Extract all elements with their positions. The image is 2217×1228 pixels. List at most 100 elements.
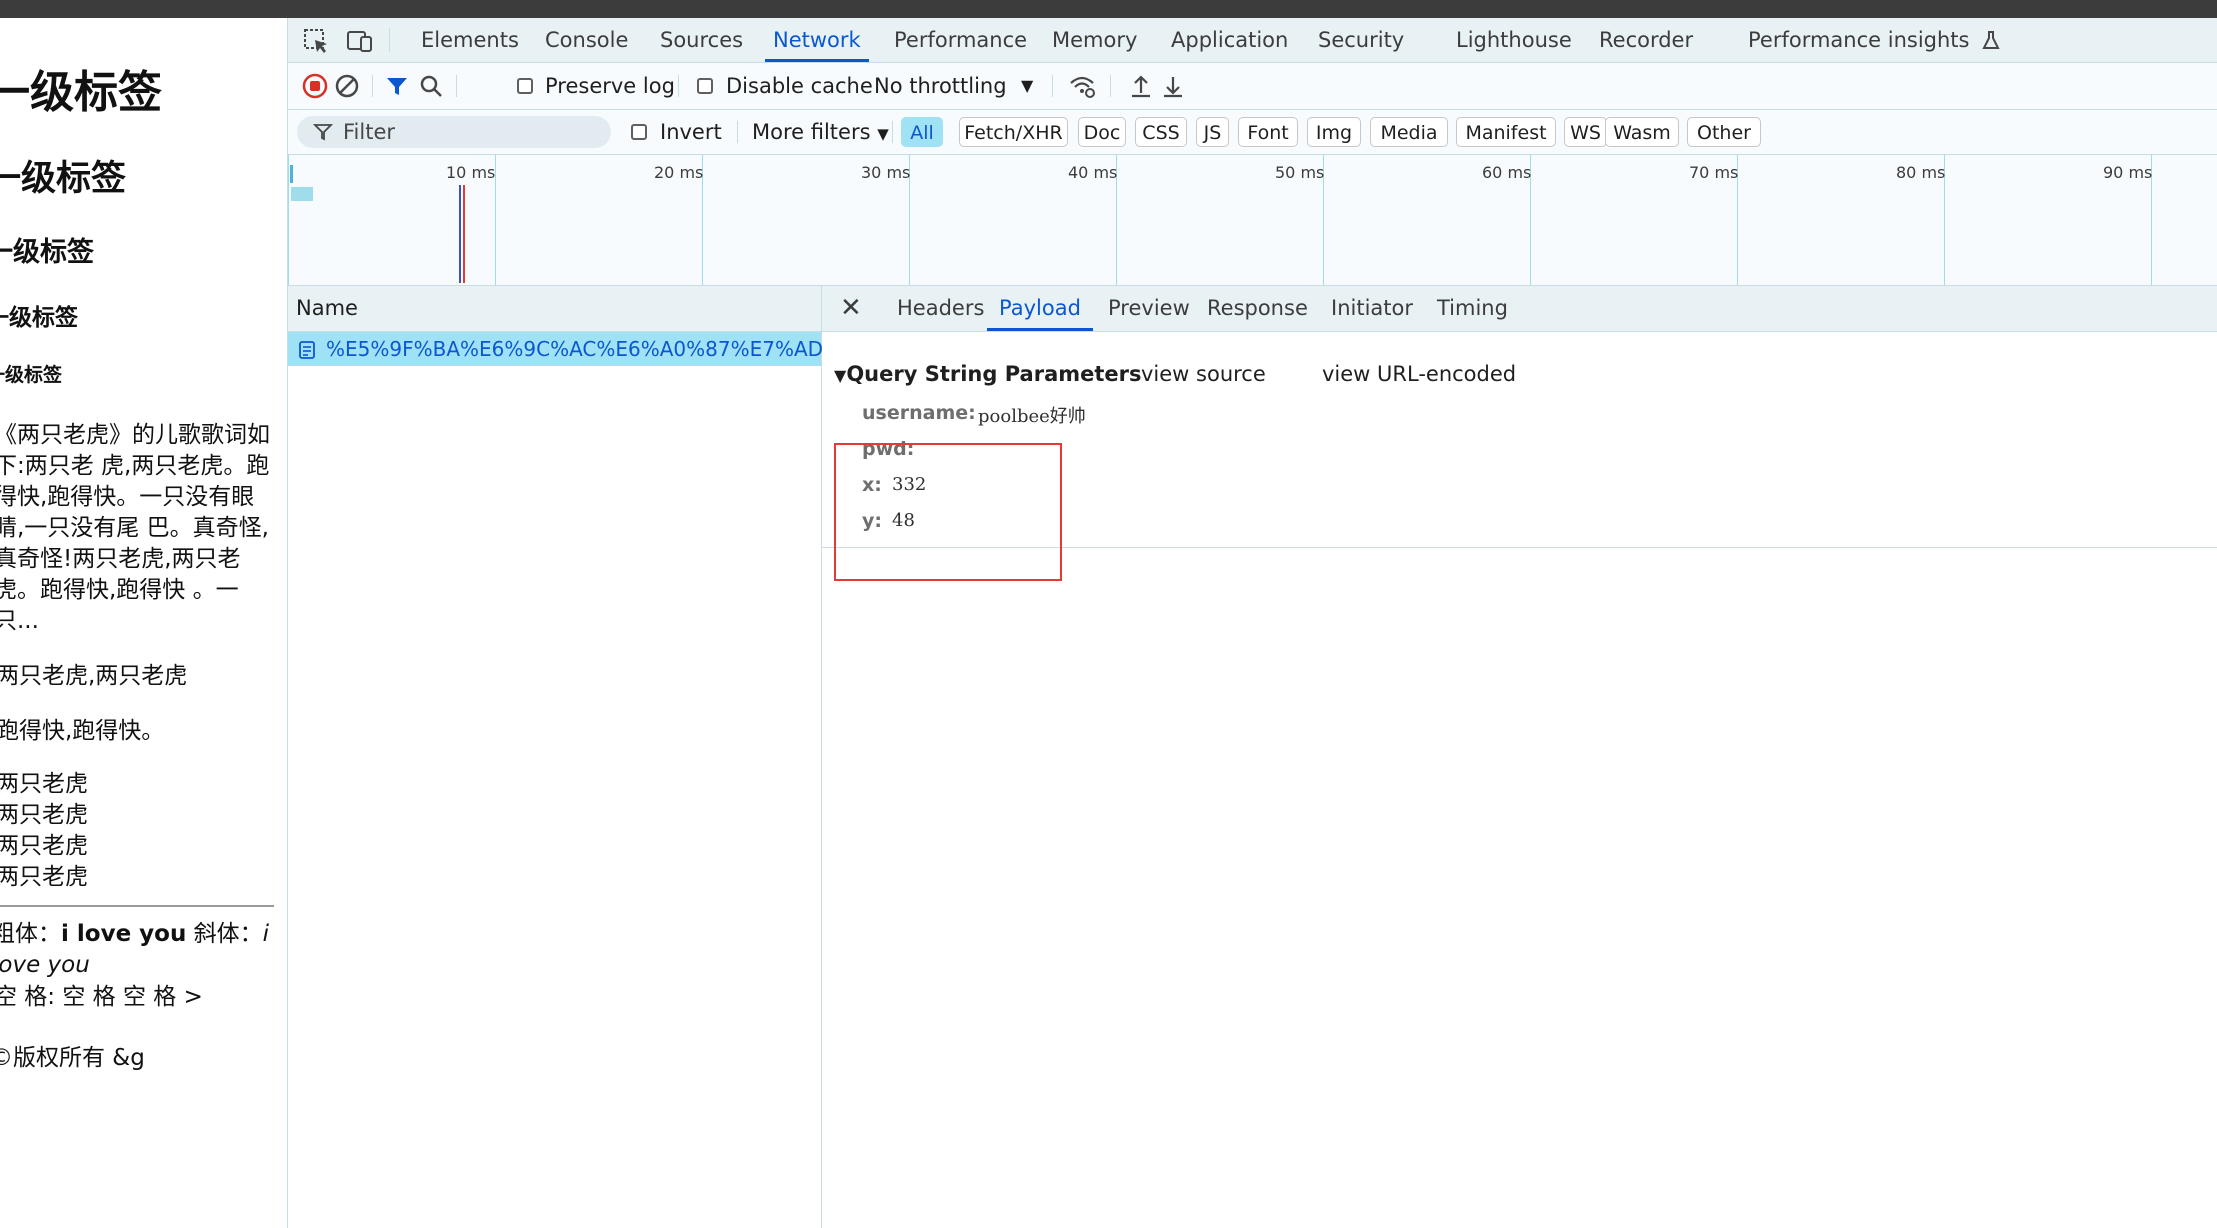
list-item: 两只老虎 xyxy=(0,771,88,797)
tab-timing[interactable]: Timing xyxy=(1437,286,1508,331)
filter-type-img[interactable]: Img xyxy=(1307,117,1361,147)
invert-checkbox[interactable] xyxy=(631,124,647,140)
tick-label: 70 ms xyxy=(1689,163,1739,182)
tab-performance-insights[interactable]: Performance insights xyxy=(1748,18,2000,62)
tab-memory[interactable]: Memory xyxy=(1052,18,1137,62)
param-key: username: xyxy=(862,402,976,424)
text-line: 两只老虎,两只老虎 xyxy=(0,663,188,689)
tab-lighthouse[interactable]: Lighthouse xyxy=(1456,18,1572,62)
tick-label: 60 ms xyxy=(1482,163,1532,182)
view-source-link[interactable]: view source xyxy=(1141,362,1266,386)
table-row[interactable]: %E5%9F%BA%E6%9C%AC%E6%A0%87%E7%AD... xyxy=(288,332,842,366)
highlight-box xyxy=(834,443,1062,581)
tab-payload[interactable]: Payload xyxy=(987,286,1093,331)
tab-application[interactable]: Application xyxy=(1171,18,1288,62)
filter-type-other[interactable]: Other xyxy=(1687,117,1761,147)
filter-type-js[interactable]: JS xyxy=(1196,117,1229,147)
tick-label: 20 ms xyxy=(654,163,704,182)
network-toolbar: Preserve log Disable cache No throttling… xyxy=(288,63,2217,110)
filter-type-all[interactable]: All xyxy=(901,117,943,147)
tab-response[interactable]: Response xyxy=(1207,286,1308,331)
view-url-encoded-link[interactable]: view URL-encoded xyxy=(1322,362,1516,386)
request-detail-panel: ✕ Headers Payload Preview Response Initi… xyxy=(822,286,2217,1228)
query-string-section-header[interactable]: ▼Query String Parameters xyxy=(834,362,1142,386)
tab-console[interactable]: Console xyxy=(545,18,628,62)
tick-label: 30 ms xyxy=(861,163,911,182)
request-bar xyxy=(291,187,313,201)
name-column-header[interactable]: Name xyxy=(288,286,821,332)
filter-type-media[interactable]: Media xyxy=(1370,117,1448,147)
tick-label: 80 ms xyxy=(1896,163,1946,182)
throttling-select[interactable]: No throttling xyxy=(874,63,1007,109)
record-stop-icon[interactable] xyxy=(300,71,330,101)
heading-h2: 一级标签 xyxy=(0,159,127,199)
timeline-overview[interactable]: 10 ms 20 ms 30 ms 40 ms 50 ms 60 ms 70 m… xyxy=(288,155,2217,286)
filter-type-manifest[interactable]: Manifest xyxy=(1456,117,1556,147)
tick-label: 40 ms xyxy=(1068,163,1118,182)
list-item: 两只老虎 xyxy=(0,864,88,890)
filter-input[interactable]: Filter xyxy=(297,116,611,148)
lyrics-paragraph: 《两只老虎》的儿歌歌词如 下:两只老 虎,两只老虎。跑 得快,跑得快。一只没有眼… xyxy=(0,422,270,634)
device-toolbar-icon[interactable] xyxy=(346,27,374,55)
request-bar xyxy=(290,165,293,183)
more-filters-button[interactable]: More filters ▼ xyxy=(752,110,889,154)
clear-icon[interactable] xyxy=(332,71,362,101)
tab-security[interactable]: Security xyxy=(1318,18,1404,62)
copyright-line: ©版权所有 &g xyxy=(0,1045,145,1071)
close-icon[interactable]: ✕ xyxy=(840,286,862,331)
import-har-icon[interactable] xyxy=(1126,71,1156,101)
disable-cache-label: Disable cache xyxy=(726,74,873,98)
filter-placeholder: Filter xyxy=(343,120,396,144)
filter-type-font[interactable]: Font xyxy=(1238,117,1298,147)
export-har-icon[interactable] xyxy=(1158,71,1188,101)
devtools-tab-bar: Elements Console Sources Network Perform… xyxy=(288,18,2217,63)
chevron-down-icon[interactable]: ▼ xyxy=(1021,63,1033,109)
filter-bar: Filter Invert More filters ▼ All Fetch/X… xyxy=(288,110,2217,155)
tick-label: 10 ms xyxy=(446,163,496,182)
requests-panel: Name %E5%9F%BA%E6%9C%AC%E6%A0%87%E7%AD..… xyxy=(288,286,842,1228)
devtools-panel: Elements Console Sources Network Perform… xyxy=(287,18,2217,1228)
filter-type-wasm[interactable]: Wasm xyxy=(1605,117,1679,147)
load-marker xyxy=(463,185,465,283)
page-content: 一级标签 一级标签 一级标签 一级标签 一级标签 《两只老虎》的儿歌歌词如 下:… xyxy=(0,18,287,1228)
tab-recorder[interactable]: Recorder xyxy=(1599,18,1693,62)
heading-h5: 一级标签 xyxy=(0,364,63,386)
spacing-line: 空 格: 空 格 空 格 > xyxy=(0,984,203,1010)
dom-content-loaded-marker xyxy=(459,185,461,283)
invert-label: Invert xyxy=(660,120,722,144)
heading-h3: 一级标签 xyxy=(0,237,94,268)
param-value: poolbee好帅 xyxy=(978,406,1086,427)
tab-performance[interactable]: Performance xyxy=(894,18,1027,62)
filter-type-doc[interactable]: Doc xyxy=(1078,117,1126,147)
filter-type-css[interactable]: CSS xyxy=(1135,117,1187,147)
list-item: 两只老虎 xyxy=(0,833,88,859)
tick-label: 90 ms xyxy=(2103,163,2153,182)
filter-type-ws[interactable]: WS xyxy=(1564,117,1607,147)
divider xyxy=(0,905,274,907)
search-icon[interactable] xyxy=(416,71,446,101)
document-icon xyxy=(299,341,315,359)
tab-initiator[interactable]: Initiator xyxy=(1331,286,1413,331)
filter-icon[interactable] xyxy=(382,71,412,101)
tab-preview[interactable]: Preview xyxy=(1108,286,1190,331)
list-item: 两只老虎 xyxy=(0,802,88,828)
flask-icon xyxy=(1982,31,2000,49)
chevron-down-icon: ▼ xyxy=(877,125,889,143)
window-top-bar xyxy=(0,0,2217,18)
tab-headers[interactable]: Headers xyxy=(897,286,984,331)
text-line: 跑得快,跑得快。 xyxy=(0,718,165,744)
heading-h1: 一级标签 xyxy=(0,67,162,118)
triangle-down-icon: ▼ xyxy=(834,366,847,385)
tab-sources[interactable]: Sources xyxy=(660,18,743,62)
detail-tab-bar: ✕ Headers Payload Preview Response Initi… xyxy=(822,286,2217,332)
funnel-icon xyxy=(313,124,333,141)
tick-label: 50 ms xyxy=(1275,163,1325,182)
tab-elements[interactable]: Elements xyxy=(421,18,519,62)
network-conditions-icon[interactable] xyxy=(1067,71,1097,101)
filter-type-fetch-xhr[interactable]: Fetch/XHR xyxy=(959,117,1068,147)
request-name: %E5%9F%BA%E6%9C%AC%E6%A0%87%E7%AD... xyxy=(326,337,843,361)
inspect-element-icon[interactable] xyxy=(302,27,330,55)
preserve-log-checkbox[interactable] xyxy=(517,78,533,94)
tab-network[interactable]: Network xyxy=(765,18,869,62)
disable-cache-checkbox[interactable] xyxy=(697,78,713,94)
